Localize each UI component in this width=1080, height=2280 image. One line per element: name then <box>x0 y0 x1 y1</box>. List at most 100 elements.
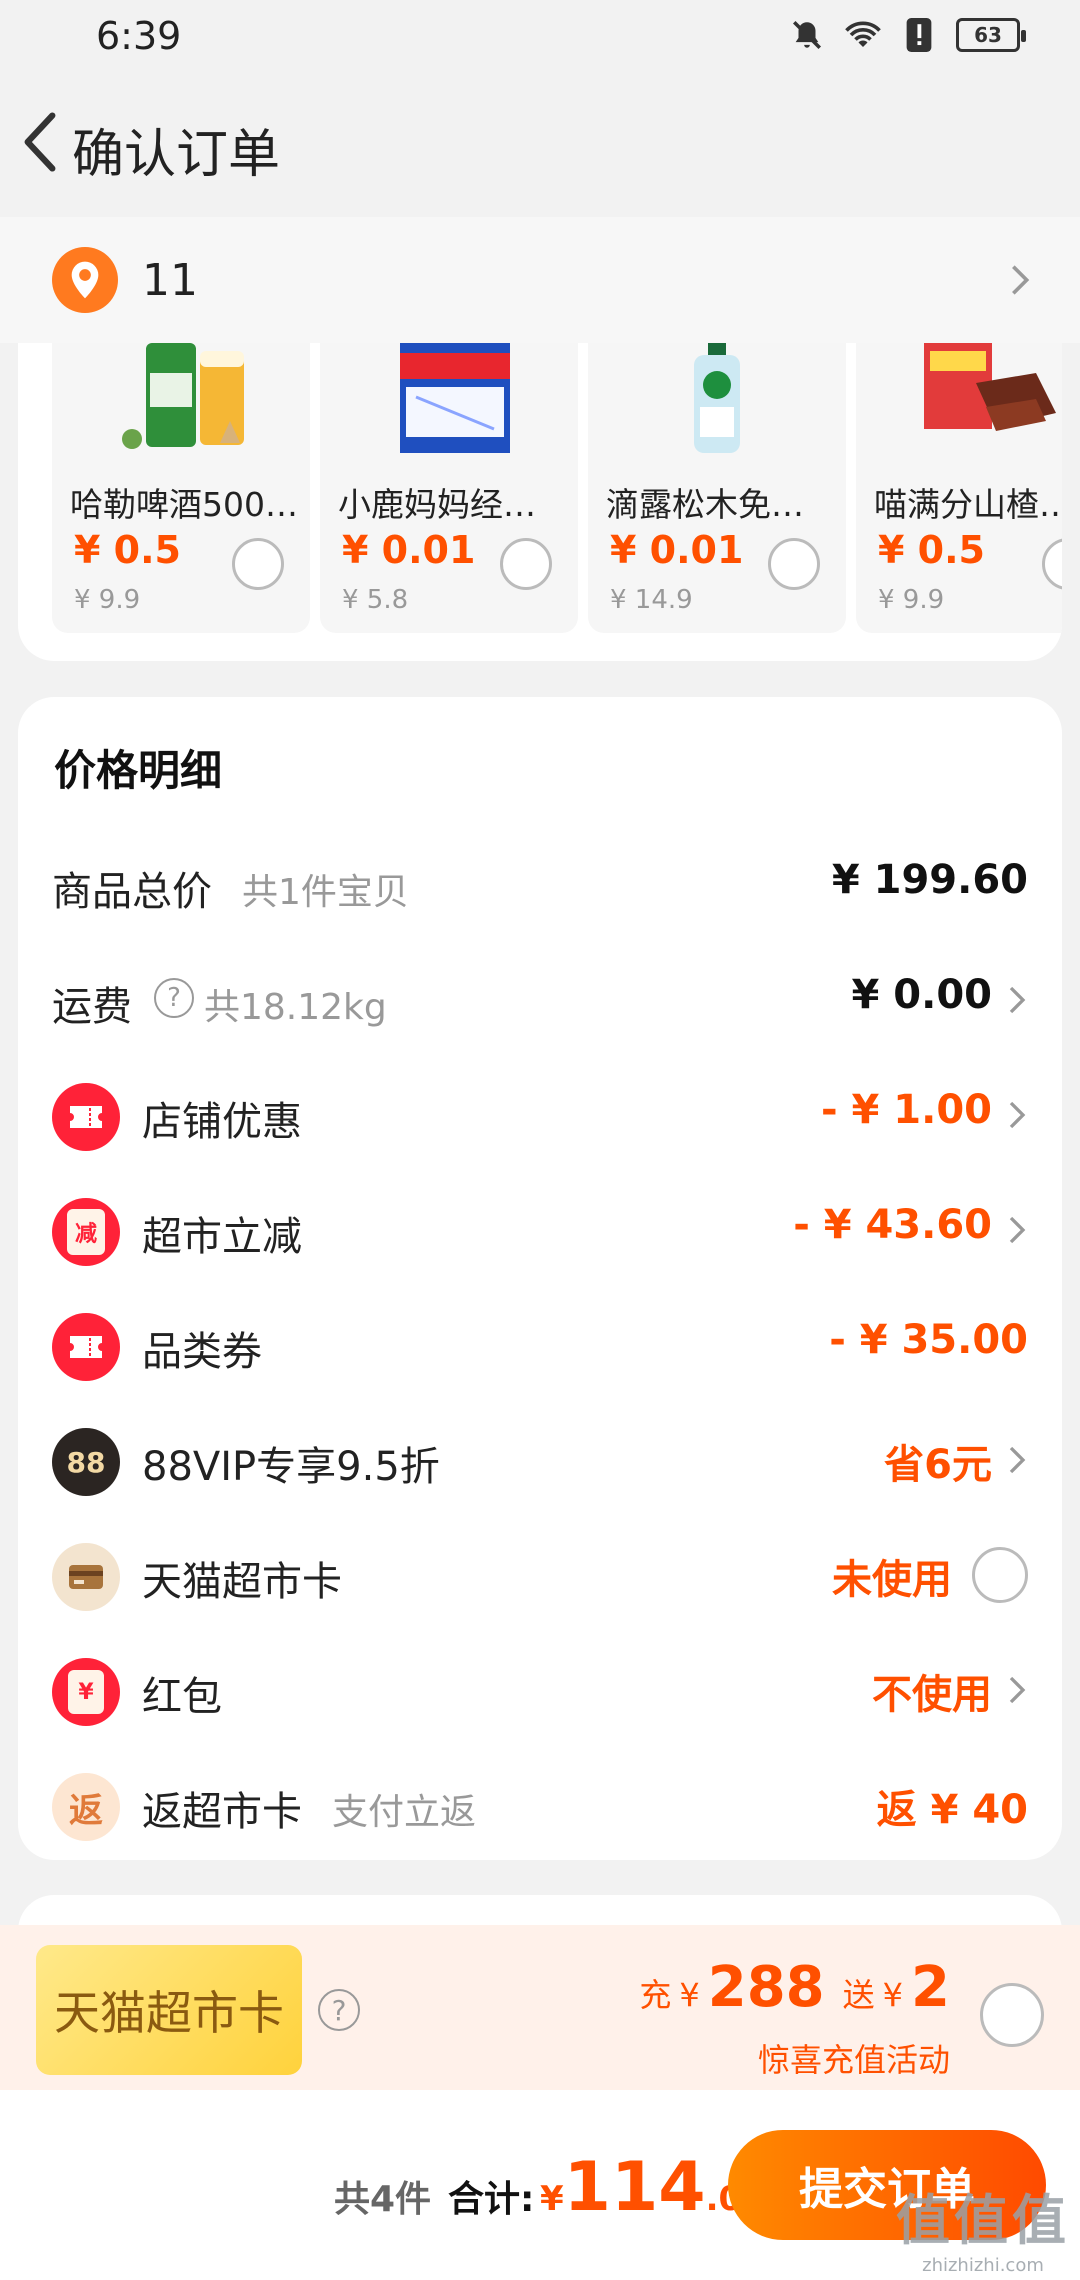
hawthorn-snack-image <box>906 343 1062 455</box>
back-arrow-icon[interactable] <box>10 102 70 182</box>
row-sub: 支付立返 <box>332 1792 477 1833</box>
ticket-icon <box>52 1313 120 1381</box>
product-price: ¥ 0.5 <box>74 528 181 572</box>
row-label: 运费 <box>52 984 132 1030</box>
88vip-icon: 88 <box>52 1428 120 1496</box>
help-icon[interactable]: ? <box>154 978 194 1018</box>
recharge-amount: 288 <box>707 1955 825 2020</box>
help-icon[interactable]: ? <box>318 1989 360 2031</box>
product-original-price: ¥ 5.8 <box>342 585 409 615</box>
currency-symbol: ¥ <box>882 1976 904 2014</box>
product-card[interactable]: 小鹿妈妈经… ¥ 0.01 ¥ 5.8 <box>320 343 578 633</box>
row-category-coupon: 品类券 - ¥ 35.00 <box>18 1287 1062 1402</box>
gift-word: 送 <box>842 1976 875 2014</box>
product-name: 哈勒啤酒500… <box>70 485 298 524</box>
red-packet-icon: ¥ <box>52 1658 120 1726</box>
row-value: 不使用 <box>872 1672 992 1718</box>
row-label: 88VIP专享9.5折 <box>142 1444 440 1490</box>
product-name: 小鹿妈妈经… <box>338 485 536 524</box>
total-int: 114 <box>563 2148 706 2227</box>
total-label: 合计: <box>448 2179 535 2220</box>
chevron-right-icon <box>1000 257 1040 303</box>
row-value: ¥ 0.00 <box>851 972 992 1018</box>
gift-amount: 2 <box>911 1955 950 2020</box>
product-select-radio[interactable] <box>232 538 284 590</box>
product-original-price: ¥ 9.9 <box>878 585 945 615</box>
product-original-price: ¥ 14.9 <box>610 585 693 615</box>
row-shipping[interactable]: 运费 ? 共18.12kg ¥ 0.00 <box>18 942 1062 1057</box>
row-supermarket-reduction[interactable]: 减 超市立减 - ¥ 43.60 <box>18 1172 1062 1287</box>
currency-symbol: ¥ <box>679 1976 700 2014</box>
row-store-discount[interactable]: 店铺优惠 - ¥ 1.00 <box>18 1057 1062 1172</box>
chevron-right-icon <box>1002 1095 1032 1135</box>
address-bar[interactable]: 11 <box>0 217 1080 343</box>
status-time: 6:39 <box>96 14 182 58</box>
product-card[interactable]: 哈勒啤酒500… ¥ 0.5 ¥ 9.9 <box>52 343 310 633</box>
row-value: 返 ¥ 40 <box>876 1787 1028 1833</box>
card-icon <box>52 1543 120 1611</box>
bottom-bar: 共4件 合计: ¥114.00 提交订单 值值值 zhizhizhi.com <box>0 2090 1080 2280</box>
reduction-badge-text: 减 <box>67 1209 105 1255</box>
floss-pack-image <box>370 343 528 455</box>
promo-subtitle: 惊喜充值活动 <box>757 2041 950 2079</box>
row-red-packet[interactable]: ¥ 红包 不使用 <box>18 1632 1062 1747</box>
row-label: 商品总价 <box>52 869 212 915</box>
row-88vip[interactable]: 88 88VIP专享9.5折 省6元 <box>18 1402 1062 1517</box>
mute-bell-icon <box>788 16 826 54</box>
wifi-icon <box>844 16 882 54</box>
row-label: 红包 <box>142 1674 222 1720</box>
row-value: - ¥ 35.00 <box>829 1317 1028 1363</box>
product-card[interactable]: 滴露松木免… ¥ 0.01 ¥ 14.9 <box>588 343 846 633</box>
row-value: 省6元 <box>884 1442 992 1488</box>
watermark-logo: 值值值 <box>896 2189 1070 2252</box>
row-sub: 共18.12kg <box>204 987 387 1028</box>
cashback-icon: 返 <box>52 1773 120 1841</box>
sanitizer-bottle-image <box>638 343 796 455</box>
header: 确认订单 <box>0 72 1080 217</box>
product-select-radio[interactable] <box>500 538 552 590</box>
red-packet-icon-text: ¥ <box>68 1670 104 1714</box>
row-value: - ¥ 43.60 <box>793 1202 992 1248</box>
battery-icon: 63 <box>956 18 1026 52</box>
product-original-price: ¥ 9.9 <box>74 585 141 615</box>
product-select-radio[interactable] <box>768 538 820 590</box>
row-label: 天猫超市卡 <box>142 1559 342 1605</box>
beer-can-image <box>102 343 260 455</box>
promo-bar[interactable]: 天猫超市卡 ? 充 ¥ 288 送 ¥ 2 惊喜充值活动 <box>0 1925 1080 2090</box>
chevron-right-icon <box>1002 1210 1032 1250</box>
products-carousel[interactable]: 哈勒啤酒500… ¥ 0.5 ¥ 9.9 小鹿妈妈经… ¥ 0.01 ¥ 5.8 <box>18 343 1062 661</box>
product-name: 喵满分山楂… <box>874 485 1062 524</box>
row-cashback-card: 返 返超市卡 支付立返 返 ¥ 40 <box>18 1747 1062 1862</box>
recharge-word: 充 <box>639 1976 672 2014</box>
row-label: 店铺优惠 <box>142 1099 302 1145</box>
row-value: 未使用 <box>832 1557 952 1603</box>
promo-select-radio[interactable] <box>980 1983 1044 2047</box>
promo-offer: 充 ¥ 288 送 ¥ 2 <box>639 1955 950 2020</box>
row-label: 品类券 <box>142 1329 262 1375</box>
row-label: 超市立减 <box>142 1214 302 1260</box>
chevron-right-icon <box>1002 1670 1032 1710</box>
row-label: 返超市卡 <box>142 1789 302 1835</box>
reduction-badge-icon: 减 <box>52 1198 120 1266</box>
product-select-radio[interactable] <box>1042 538 1062 590</box>
location-pin-icon <box>52 247 118 313</box>
tmall-card-radio[interactable] <box>972 1547 1028 1603</box>
product-price: ¥ 0.01 <box>342 528 476 572</box>
row-tmall-card[interactable]: 天猫超市卡 未使用 <box>18 1517 1062 1632</box>
alert-icon <box>900 16 938 54</box>
ticket-icon <box>52 1083 120 1151</box>
product-name: 滴露松木免… <box>606 485 804 524</box>
row-value: ¥ 199.60 <box>831 857 1028 903</box>
tmall-card-badge: 天猫超市卡 <box>36 1945 302 2075</box>
total-currency: ¥ <box>540 2179 564 2219</box>
chevron-right-icon <box>1002 1440 1032 1480</box>
address-text: 11 <box>142 255 198 306</box>
row-value: - ¥ 1.00 <box>821 1087 992 1133</box>
item-count: 共4件 <box>334 2179 432 2220</box>
status-icons: 63 <box>788 16 1026 54</box>
product-card[interactable]: 喵满分山楂… ¥ 0.5 ¥ 9.9 <box>856 343 1062 633</box>
section-title: 价格明细 <box>54 746 223 795</box>
status-bar: 6:39 63 <box>0 0 1080 72</box>
product-price: ¥ 0.5 <box>878 528 985 572</box>
watermark-url: zhizhizhi.com <box>922 2255 1044 2276</box>
